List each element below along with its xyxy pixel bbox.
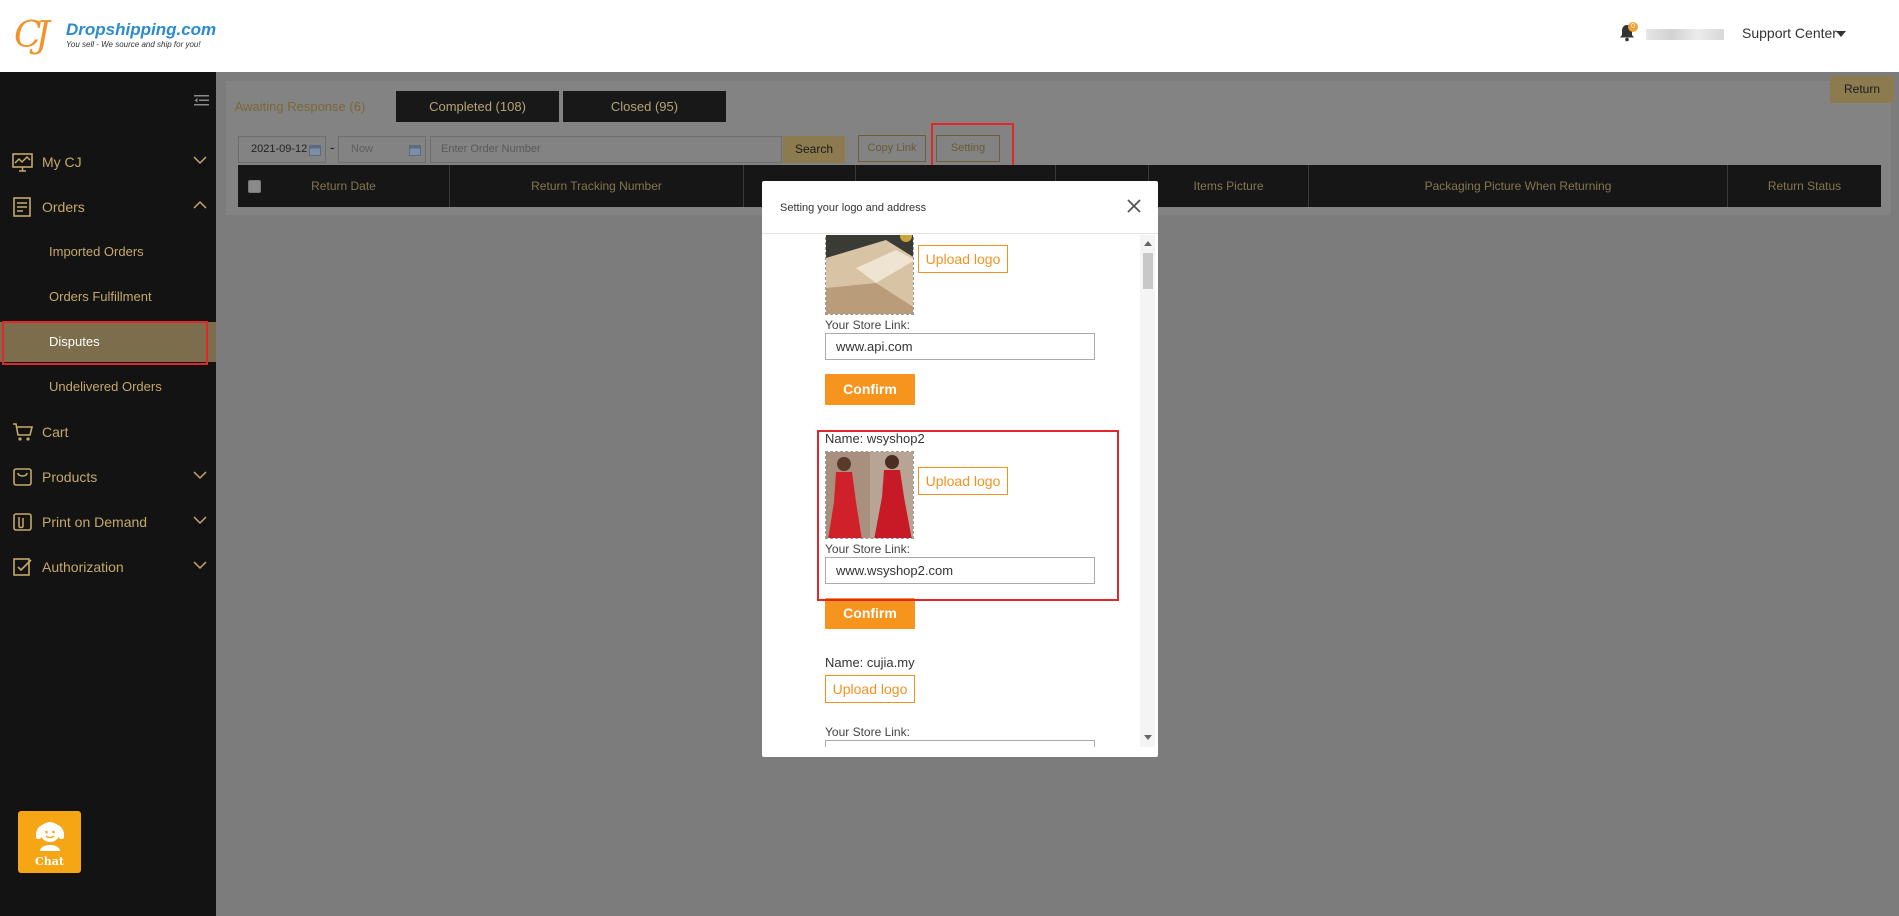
store-link-label: Your Store Link: [825, 725, 910, 739]
sidebar-item-label: Products [42, 469, 98, 485]
top-header: CJ Dropshipping.com You sell - We source… [0, 0, 1899, 72]
sidebar-item-orders[interactable]: Orders [0, 187, 216, 227]
sidebar-item-authorization[interactable]: Authorization [0, 547, 216, 587]
chevron-down-icon [193, 516, 207, 525]
date-from-value: 2021-09-12 [251, 143, 308, 155]
date-range-separator: - [330, 139, 335, 155]
sidebar-item-products[interactable]: Products [0, 457, 216, 497]
sidebar-item-print-on-demand[interactable]: Print on Demand [0, 502, 216, 542]
chevron-down-icon [193, 471, 207, 480]
sidebar-item-cart[interactable]: Cart [0, 412, 216, 452]
sidebar-item-label: Authorization [42, 559, 124, 575]
menu-collapse-icon[interactable] [194, 94, 209, 107]
tab-closed[interactable]: Closed (95) [563, 91, 726, 122]
return-button[interactable]: Return [1830, 76, 1894, 103]
highlight-box-shop [817, 430, 1119, 601]
order-number-input[interactable]: Enter Order Number [430, 136, 782, 163]
modal-header: Setting your logo and address [762, 181, 1158, 234]
scrollbar-thumb[interactable] [1143, 253, 1153, 289]
cj-logo[interactable]: CJ Dropshipping.com You sell - We source… [14, 15, 216, 60]
calendar-icon[interactable] [309, 144, 321, 156]
store-link-label: Your Store Link: [825, 318, 910, 332]
modal-title: Setting your logo and address [780, 202, 927, 214]
sidebar-item-label: My CJ [42, 154, 82, 170]
column-packaging-picture[interactable]: Packaging Picture When Returning [1309, 165, 1728, 207]
shop-name-prefix: Name: [825, 655, 867, 670]
sidebar-subitem-label: Orders Fulfillment [49, 289, 152, 304]
copy-link-button[interactable]: Copy Link [858, 135, 926, 162]
scrollbar-track[interactable] [1140, 235, 1155, 747]
date-from-input[interactable]: 2021-09-12 [238, 136, 326, 163]
shop-name-value: cujia.my [866, 655, 915, 670]
sidebar-item-label: Orders [42, 199, 85, 215]
tab-awaiting-response[interactable]: Awaiting Response (6) [234, 91, 366, 122]
sidebar-item-label: Cart [42, 424, 69, 440]
dashboard-icon [12, 153, 33, 172]
upload-logo-button[interactable]: Upload logo [825, 675, 915, 703]
sidebar-subitem-undelivered-orders[interactable]: Undelivered Orders [0, 367, 216, 407]
sidebar-item-my-cj[interactable]: My CJ [0, 142, 216, 182]
user-name-blurred[interactable] [1646, 29, 1724, 40]
shop-logo-thumbnail [825, 235, 914, 315]
print-on-demand-icon [13, 513, 32, 531]
column-return-date[interactable]: Return Date [238, 165, 450, 207]
highlight-box-disputes [2, 321, 208, 365]
calendar-icon[interactable] [409, 144, 421, 156]
sidebar: My CJ Orders Imported Orders Orders Fulf… [0, 72, 216, 916]
upload-logo-button[interactable]: Upload logo [918, 245, 1008, 273]
date-to-input[interactable]: Now [338, 136, 426, 163]
shop-name: Name: cujia.my [825, 655, 915, 670]
cj-logo-mark: CJ [14, 15, 50, 56]
chat-button[interactable]: Chat [18, 811, 81, 873]
sidebar-subitem-imported-orders[interactable]: Imported Orders [0, 232, 216, 272]
customer-service-icon [36, 822, 64, 851]
column-items-picture[interactable]: Items Picture [1149, 165, 1309, 207]
brand-name: Dropshipping.com [66, 20, 217, 39]
chevron-down-icon [193, 156, 207, 165]
confirm-button[interactable]: Confirm [825, 598, 915, 629]
support-center-menu[interactable]: Support Center [1742, 25, 1837, 41]
column-return-status[interactable]: Return Status [1728, 165, 1881, 207]
sidebar-subitem-label: Undelivered Orders [49, 379, 162, 394]
tab-completed[interactable]: Completed (108) [396, 91, 559, 122]
package-photo [826, 235, 913, 314]
chevron-down-icon [193, 561, 207, 570]
confirm-button[interactable]: Confirm [825, 374, 915, 405]
scroll-down-arrow-icon[interactable] [1144, 735, 1152, 740]
close-icon[interactable] [1126, 198, 1142, 214]
search-button[interactable]: Search [783, 136, 845, 163]
store-link-input[interactable] [825, 740, 1095, 747]
chevron-up-icon [193, 200, 207, 209]
column-return-tracking-number[interactable]: Return Tracking Number [450, 165, 744, 207]
chat-label: Chat [35, 855, 64, 868]
notification-badge: 0 [1628, 22, 1638, 32]
orders-icon [13, 197, 31, 217]
brand-tagline: You sell - We source and ship for you! [66, 40, 201, 49]
caret-down-icon[interactable] [1836, 31, 1846, 37]
cart-icon [13, 423, 34, 441]
authorization-icon [13, 558, 32, 576]
sidebar-item-label: Print on Demand [42, 514, 148, 530]
sidebar-subitem-orders-fulfillment[interactable]: Orders Fulfillment [0, 277, 216, 317]
date-to-placeholder: Now [351, 143, 374, 155]
store-link-input[interactable]: www.api.com [825, 333, 1095, 360]
sidebar-subitem-label: Imported Orders [49, 244, 144, 259]
products-icon [13, 468, 32, 486]
scroll-up-arrow-icon[interactable] [1144, 241, 1152, 246]
